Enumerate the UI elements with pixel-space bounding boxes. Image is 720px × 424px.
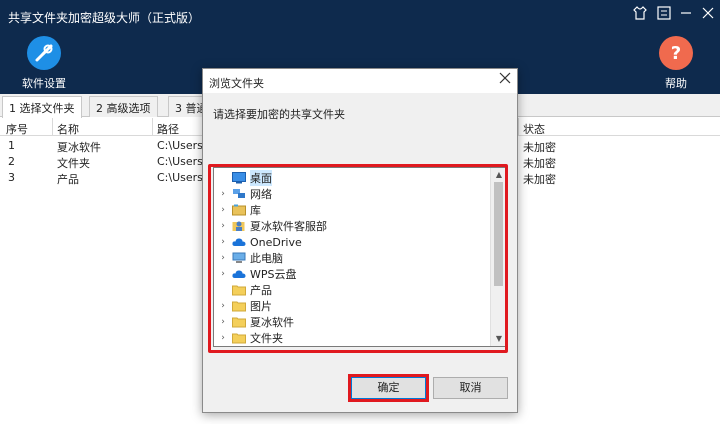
settings-button[interactable]: 软件设置 [14, 36, 74, 91]
cancel-button[interactable]: 取消 [433, 377, 508, 399]
chevron-right-icon[interactable]: › [218, 301, 228, 311]
svg-text:?: ? [671, 43, 681, 64]
settings-label: 软件设置 [22, 77, 66, 90]
dialog-close-icon[interactable] [499, 72, 511, 88]
help-button[interactable]: ? 帮助 [646, 36, 706, 91]
tree-node-label: 网络 [250, 188, 272, 201]
chevron-right-icon[interactable]: › [218, 269, 228, 279]
help-label: 帮助 [665, 77, 687, 90]
computer-icon [232, 252, 246, 264]
col-status[interactable]: 状态 [523, 121, 545, 137]
tree-node[interactable]: › 文件夹 [218, 330, 283, 346]
tree-node-label: 此电脑 [250, 252, 283, 265]
scroll-thumb[interactable] [494, 182, 503, 286]
scroll-up-icon[interactable]: ▲ [491, 168, 506, 182]
tree-node[interactable]: 产品 [218, 282, 272, 298]
desktop-icon [232, 172, 246, 184]
chevron-right-icon[interactable]: › [218, 205, 228, 215]
dialog-title-bar: 浏览文件夹 [203, 69, 517, 93]
tree-node-label: OneDrive [250, 235, 302, 249]
cloud-icon [232, 268, 246, 280]
chevron-right-icon[interactable]: › [218, 253, 228, 263]
dialog-prompt: 请选择要加密的共享文件夹 [213, 108, 345, 121]
title-bar: 共享文件夹加密超级大师（正式版） [0, 0, 720, 32]
network-icon [232, 188, 246, 200]
col-path[interactable]: 路径 [157, 121, 179, 137]
skin-icon[interactable] [630, 6, 650, 26]
folder-icon [232, 284, 246, 296]
tree-node[interactable]: › 库 [218, 202, 261, 218]
folder-icon [232, 332, 246, 344]
window-title: 共享文件夹加密超级大师（正式版） [8, 11, 201, 25]
browse-folder-dialog: 浏览文件夹 请选择要加密的共享文件夹 桌面 › 网络 › 库 › 夏冰软件客服部 › OneDr… [202, 68, 518, 413]
menu-icon[interactable] [654, 6, 674, 26]
chevron-right-icon[interactable]: › [218, 221, 228, 231]
chevron-right-icon[interactable]: › [218, 189, 228, 199]
tree-node[interactable]: › 网络 [218, 186, 272, 202]
tree-node[interactable]: › 夏冰软件客服部 [218, 218, 327, 234]
dialog-title: 浏览文件夹 [209, 77, 264, 90]
tree-node-label: 桌面 [250, 170, 272, 186]
tree-node[interactable]: › 图片 [218, 298, 272, 314]
close-icon[interactable] [698, 6, 718, 26]
tree-node[interactable]: › 此电脑 [218, 250, 283, 266]
tree-node-label: 库 [250, 204, 261, 217]
tree-node-label: 产品 [250, 284, 272, 297]
tree-node[interactable]: › 夏冰软件 [218, 314, 294, 330]
folder-icon [232, 316, 246, 328]
scroll-down-icon[interactable]: ▼ [491, 332, 506, 346]
tab-advanced-options[interactable]: 2 高级选项 [89, 96, 158, 117]
minimize-icon[interactable] [676, 6, 696, 26]
chevron-right-icon[interactable]: › [218, 333, 228, 343]
folder-tree[interactable]: 桌面 › 网络 › 库 › 夏冰软件客服部 › OneDrive › 此电脑 › WPS云盘 产品 › 图片 ›… [213, 167, 507, 347]
folder-icon [232, 300, 246, 312]
tree-node[interactable]: ›文档加密 [218, 346, 294, 347]
col-name[interactable]: 名称 [57, 121, 79, 137]
tree-node-label: WPS云盘 [250, 268, 297, 281]
tab-select-folder[interactable]: 1 选择文件夹 [2, 96, 82, 118]
tree-node-label: 文件夹 [250, 332, 283, 345]
tree-node-label: 夏冰软件 [250, 316, 294, 329]
user-icon [232, 220, 246, 232]
tree-scrollbar[interactable]: ▲ ▼ [490, 168, 506, 346]
cloud-icon [232, 236, 246, 248]
tree-node-label: 夏冰软件客服部 [250, 220, 327, 233]
tree-node-label: 文档加密 [250, 346, 294, 347]
tree-node[interactable]: 桌面 [218, 170, 272, 186]
help-icon: ? [659, 36, 693, 70]
ok-button[interactable]: 确定 [351, 377, 426, 399]
wrench-icon [27, 36, 61, 70]
chevron-right-icon[interactable]: › [218, 317, 228, 327]
tree-node[interactable]: › OneDrive [218, 234, 302, 250]
col-index[interactable]: 序号 [6, 121, 28, 137]
library-icon [232, 204, 246, 216]
tree-node-label: 图片 [250, 300, 272, 313]
chevron-right-icon[interactable]: › [218, 237, 228, 247]
tree-node[interactable]: › WPS云盘 [218, 266, 297, 282]
